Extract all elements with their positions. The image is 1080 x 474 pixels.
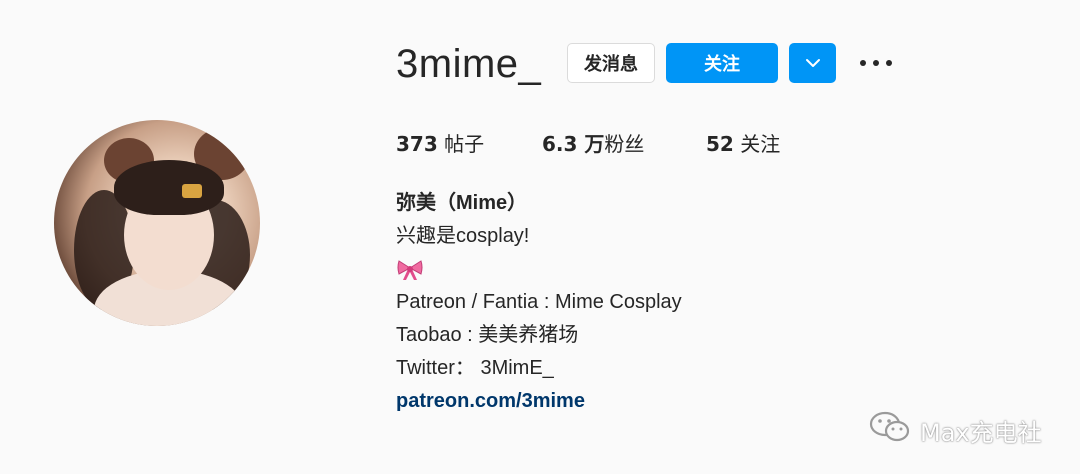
- watermark: Max充电社: [868, 410, 1042, 450]
- followers-label: 粉丝: [604, 132, 645, 156]
- more-horizontal-icon: [873, 60, 879, 66]
- profile-avatar[interactable]: [54, 120, 260, 326]
- bio-line: Taobao : 美美养猪场: [396, 324, 579, 346]
- bio-line: Patreon / Fantia : Mime Cosplay: [396, 291, 682, 313]
- bio-line: 兴趣是cosplay!: [396, 225, 530, 247]
- avatar-photo-part: [114, 160, 224, 215]
- display-name: 弥美（Mime）: [396, 192, 528, 214]
- more-horizontal-icon: [860, 60, 866, 66]
- suggested-dropdown-button[interactable]: [789, 43, 836, 83]
- bio-website-link[interactable]: patreon.com/3mime: [396, 385, 682, 418]
- more-options-button[interactable]: [860, 53, 892, 73]
- ribbon-emoji-icon: [397, 259, 423, 280]
- profile-bio: 弥美（Mime） 兴趣是cosplay! Patreon / Fantia : …: [396, 187, 682, 418]
- stat-posts: 373 帖子: [396, 128, 484, 157]
- message-button[interactable]: 发消息: [567, 43, 655, 83]
- more-horizontal-icon: [886, 60, 892, 66]
- stat-following[interactable]: 52 关注: [706, 128, 780, 157]
- following-count: 52: [706, 132, 734, 156]
- avatar-photo-part: [182, 184, 202, 198]
- profile-username: 3mime_: [396, 42, 542, 86]
- posts-count: 373: [396, 132, 438, 156]
- posts-label: 帖子: [437, 132, 485, 156]
- wechat-icon: [868, 410, 912, 450]
- bio-line: Twitter： 3MimE_: [396, 357, 554, 379]
- chevron-down-icon: [805, 59, 820, 67]
- stat-followers[interactable]: 6.3 万粉丝: [542, 128, 644, 157]
- bio-emoji-line: [396, 253, 682, 286]
- watermark-text: Max充电社: [920, 418, 1042, 447]
- followers-count: 6.3 万: [542, 132, 605, 156]
- follow-button[interactable]: 关注: [666, 43, 778, 83]
- following-label: 关注: [733, 132, 781, 156]
